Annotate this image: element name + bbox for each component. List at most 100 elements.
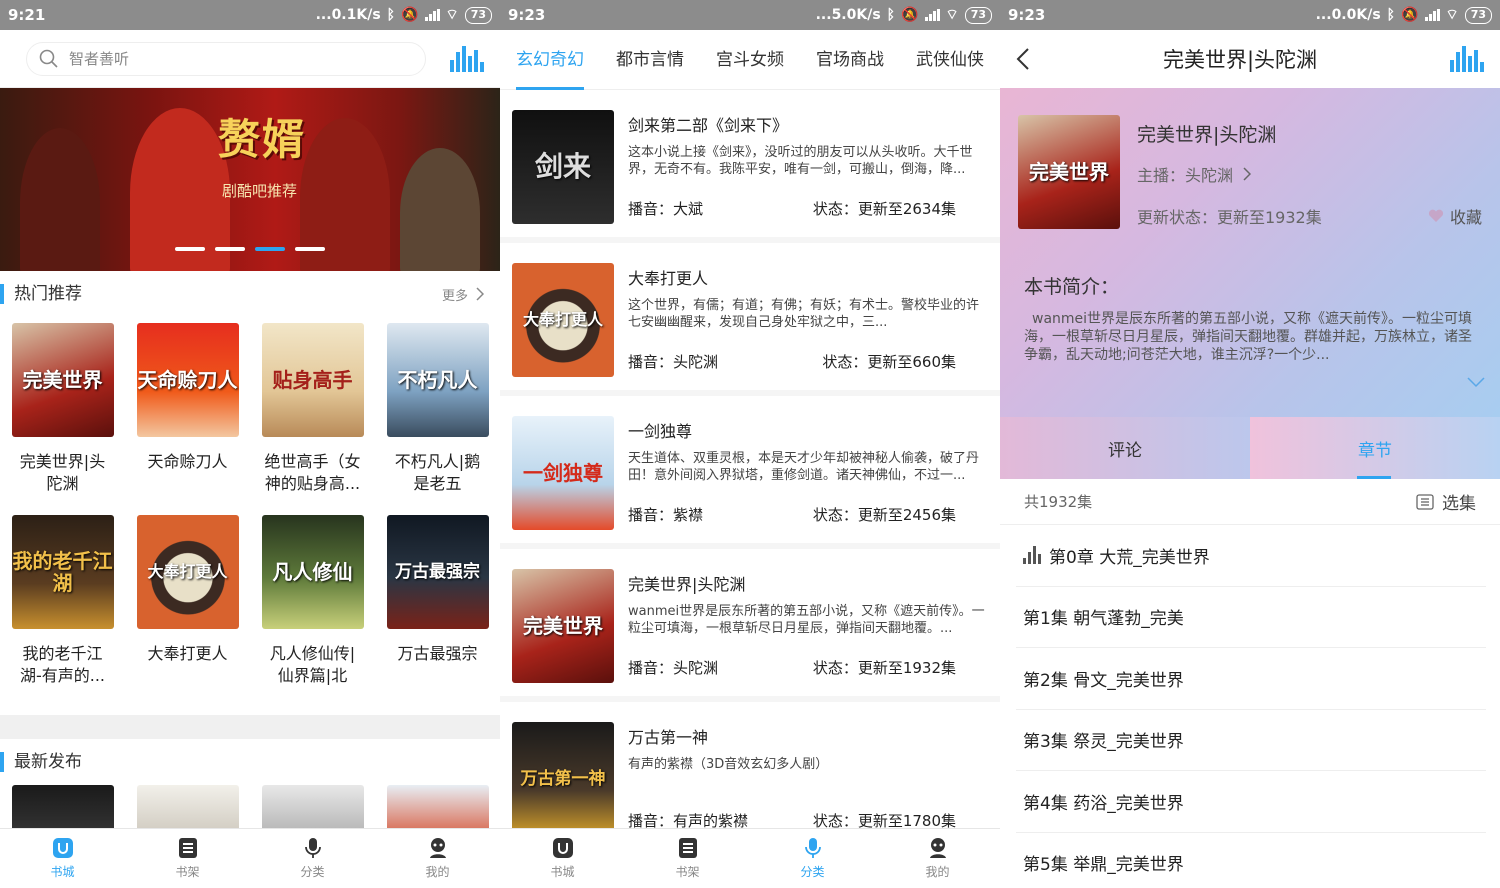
back-arrow-icon[interactable] [1016,47,1030,71]
book-card[interactable]: 完美世界 完美世界|头陀渊 [0,317,125,509]
profile-icon [427,837,449,859]
microphone-icon [302,837,324,859]
intro-text: wanmei世界是辰东所著的第五部小说，又称《遮天前传》。一粒尘可填海，一根草斩… [1024,311,1473,363]
book-list-item[interactable]: 完美世界 完美世界|头陀渊 wanmei世界是辰东所著的第五部小说，又称《遮天前… [500,549,1000,702]
book-cover: 万古最强宗 [386,515,489,629]
nav-mine[interactable]: 我的 [375,829,500,888]
book-hero: 完美世界 完美世界|头陀渊 主播：头陀渊 更新状态：更新至1932集 收藏 本书… [1000,88,1500,417]
episode-item[interactable]: 第2集 骨文_完美世界 [1016,648,1486,710]
book-status: 状态：更新至660集 [822,353,956,371]
hot-section-title: 热门推荐 [0,284,82,304]
episode-header: 共1932集 选集 [1000,479,1500,525]
playing-equalizer-icon[interactable] [1449,46,1484,72]
tab-chapters[interactable]: 章节 [1250,417,1500,479]
book-card[interactable]: 万古最强宗 万古最强宗 [375,509,500,701]
book-name: 完美世界|头陀渊 [19,452,106,493]
book-title: 剑来第二部《剑来下》 [628,116,789,135]
book-name: 绝世高手（女神的贴身高... [264,452,361,493]
episode-item[interactable]: 第1集 朝气蓬勃_完美 [1016,587,1486,648]
book-title: 完美世界|头陀渊 [628,575,746,594]
book-cover: 一剑独尊 [512,416,614,530]
book-name: 不朽凡人|鹅是老五 [394,452,481,493]
book-description: 这个世界，有儒；有道；有佛；有妖；有术士。警校毕业的许七安幽幽醒来，发现自己身处… [628,298,980,330]
screen-category: 9:23 ...5.0K/s ᛒ 🔕 ⌔ 73 玄幻奇幻 都市言情 宫斗女频 官… [500,0,1000,888]
wifi-icon: ⌔ [445,7,459,23]
book-list-item[interactable]: 大奉打更人 大奉打更人 这个世界，有儒；有道；有佛；有妖；有术士。警校毕业的许七… [500,243,1000,396]
bookshelf-icon [677,837,699,859]
book-description: 天生道体、双重灵根，本是天才少年却被神秘人偷袭，破了丹田！意外间阅入界狱塔，重修… [628,451,980,483]
hot-section-header: 热门推荐 更多 [0,271,500,317]
book-card[interactable]: 大奉打更人 大奉打更人 [125,509,250,701]
latest-section-title: 最新发布 [0,752,82,772]
search-input[interactable]: 智者善听 [26,41,426,76]
book-host: 播音：头陀渊 [628,659,719,677]
status-time: 9:23 [508,6,546,24]
heart-icon [1428,209,1444,222]
book-list-item[interactable]: 一剑独尊 一剑独尊 天生道体、双重灵根，本是天才少年却被神秘人偷袭，破了丹田！意… [500,396,1000,549]
nav-category[interactable]: 分类 [250,829,375,888]
page-title: 完美世界|头陀渊 [1162,48,1318,72]
nav-bookshelf[interactable]: 书架 [625,829,750,888]
book-card[interactable]: 天命赊刀人 天命赊刀人 [125,317,250,509]
expand-chevron-icon[interactable] [1466,376,1486,388]
tab-business[interactable]: 官场商战 [816,30,884,90]
bookstore-icon [552,837,574,859]
battery-icon: 73 [964,6,992,24]
more-button[interactable]: 更多 [442,285,484,304]
book-name: 天命赊刀人 [147,452,228,471]
nav-category[interactable]: 分类 [750,829,875,888]
banner-carousel[interactable]: 赘婿 剧酷吧推荐 [0,88,500,271]
bluetooth-icon: ᛒ [1386,7,1396,23]
nav-bookshelf[interactable]: 书架 [125,829,250,888]
select-episode-button[interactable]: 选集 [1416,489,1476,514]
tab-palace[interactable]: 宫斗女频 [716,30,784,90]
book-cover: 完美世界 [1018,115,1120,229]
favorite-button[interactable]: 收藏 [1428,204,1482,228]
nav-bookstore[interactable]: 书城 [500,829,625,888]
book-name: 我的老千江湖-有声的... [19,644,106,685]
episode-item[interactable]: 第5集 举鼎_完美世界 [1016,833,1486,888]
episode-item[interactable]: 第0章 大荒_完美世界 [1016,525,1486,587]
book-status: 状态：更新至2634集 [812,200,956,218]
episode-item[interactable]: 第4集 药浴_完美世界 [1016,771,1486,833]
playing-equalizer-icon[interactable] [450,45,484,72]
host-link[interactable]: 主播：头陀渊 [1137,162,1252,186]
episode-title: 第1集 朝气蓬勃_完美 [1023,609,1184,630]
screen-book-detail: 9:23 ...0.0K/s ᛒ 🔕 ⌔ 73 完美世界|头陀渊 完美世界 完美… [1000,0,1500,888]
book-name: 万古最强宗 [397,644,478,663]
update-status: 更新状态：更新至1932集 [1137,208,1322,227]
wifi-icon: ⌔ [1445,7,1459,23]
episode-count: 共1932集 [1024,493,1093,511]
book-card[interactable]: 我的老千江湖 我的老千江湖-有声的... [0,509,125,701]
list-icon [1416,493,1434,510]
book-host: 播音：紫襟 [628,506,704,524]
bluetooth-icon: ᛒ [386,7,396,23]
tab-urban-romance[interactable]: 都市言情 [616,30,684,90]
book-title: 大奉打更人 [628,269,709,288]
episode-item[interactable]: 第3集 祭灵_完美世界 [1016,710,1486,771]
signal-icon [424,9,440,21]
playing-indicator-icon [1023,546,1041,565]
book-list-item[interactable]: 剑来 剑来第二部《剑来下》 这本小说上接《剑来》，没听过的朋友可以从头收听。大千… [500,90,1000,243]
nav-mine[interactable]: 我的 [875,829,1000,888]
nav-bookstore[interactable]: 书城 [0,829,125,888]
book-cover: 完美世界 [11,323,114,437]
search-row: 智者善听 [0,30,500,88]
tab-comments[interactable]: 评论 [1000,417,1250,479]
tab-wuxia[interactable]: 武侠仙侠 [916,30,984,90]
book-card[interactable]: 凡人修仙 凡人修仙传|仙界篇|北冥... [250,509,375,701]
chevron-right-icon [476,287,484,301]
network-speed: ...5.0K/s [815,7,881,23]
book-card[interactable]: 不朽凡人 不朽凡人|鹅是老五 [375,317,500,509]
tab-fantasy[interactable]: 玄幻奇幻 [516,30,584,90]
book-name: 凡人修仙传|仙界篇|北冥... [269,644,356,685]
search-placeholder: 智者善听 [69,50,130,68]
book-cover: 完美世界 [512,569,614,683]
banner-subtitle: 剧酷吧推荐 [222,182,298,200]
book-description: 这本小说上接《剑来》，没听过的朋友可以从头收听。大千世界，无奇不有。我陈平安，唯… [628,145,973,177]
book-card[interactable]: 贴身高手 绝世高手（女神的贴身高... [250,317,375,509]
mute-icon: 🔕 [401,7,419,23]
section-divider [0,715,500,739]
bottom-navigation: 书城 书架 分类 我的 [0,828,500,888]
bookshelf-icon [177,837,199,859]
